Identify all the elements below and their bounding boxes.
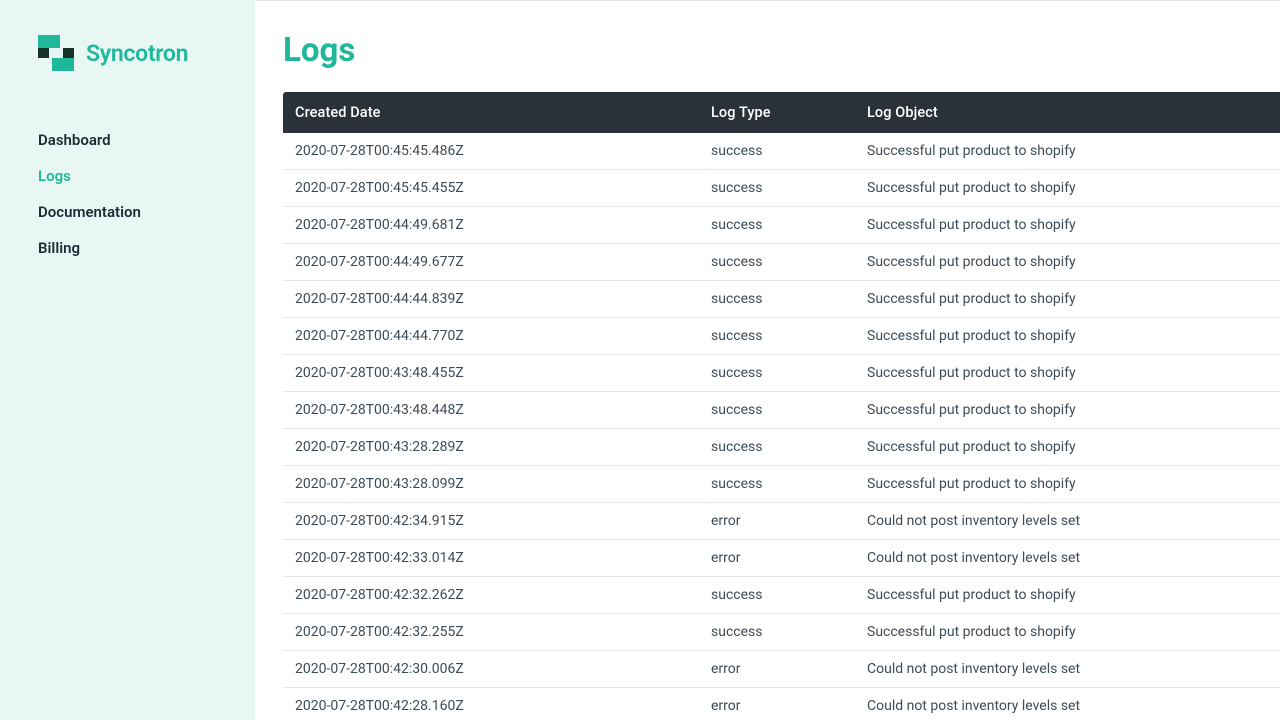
cell-created: 2020-07-28T00:43:28.099Z xyxy=(283,466,699,503)
cell-type: success xyxy=(699,429,855,466)
cell-created: 2020-07-28T00:45:45.486Z xyxy=(283,133,699,170)
cell-type: success xyxy=(699,355,855,392)
cell-type: success xyxy=(699,318,855,355)
cell-created: 2020-07-28T00:44:49.681Z xyxy=(283,207,699,244)
cell-type: success xyxy=(699,281,855,318)
cell-object: Successful put product to shopify xyxy=(855,318,1280,355)
main-content: Logs Created Date Log Type Log Object 20… xyxy=(255,0,1280,720)
table-row[interactable]: 2020-07-28T00:44:44.839ZsuccessSuccessfu… xyxy=(283,281,1280,318)
cell-type: success xyxy=(699,207,855,244)
cell-object: Successful put product to shopify xyxy=(855,466,1280,503)
sidebar-item-logs[interactable]: Logs xyxy=(38,167,71,185)
logs-table-wrap: Created Date Log Type Log Object 2020-07… xyxy=(283,92,1280,720)
cell-created: 2020-07-28T00:42:33.014Z xyxy=(283,540,699,577)
table-row[interactable]: 2020-07-28T00:44:44.770ZsuccessSuccessfu… xyxy=(283,318,1280,355)
cell-object: Successful put product to shopify xyxy=(855,614,1280,651)
cell-object: Could not post inventory levels set xyxy=(855,688,1280,720)
table-row[interactable]: 2020-07-28T00:42:34.915ZerrorCould not p… xyxy=(283,503,1280,540)
cell-created: 2020-07-28T00:44:49.677Z xyxy=(283,244,699,281)
cell-object: Successful put product to shopify xyxy=(855,355,1280,392)
cell-object: Successful put product to shopify xyxy=(855,429,1280,466)
brand-logo-icon xyxy=(38,35,74,71)
cell-type: success xyxy=(699,133,855,170)
cell-created: 2020-07-28T00:43:48.448Z xyxy=(283,392,699,429)
cell-object: Could not post inventory levels set xyxy=(855,503,1280,540)
cell-created: 2020-07-28T00:43:48.455Z xyxy=(283,355,699,392)
page-title: Logs xyxy=(283,31,1280,70)
table-row[interactable]: 2020-07-28T00:44:49.677ZsuccessSuccessfu… xyxy=(283,244,1280,281)
table-row[interactable]: 2020-07-28T00:42:33.014ZerrorCould not p… xyxy=(283,540,1280,577)
cell-object: Could not post inventory levels set xyxy=(855,651,1280,688)
sidebar-item-documentation[interactable]: Documentation xyxy=(38,203,141,221)
cell-type: success xyxy=(699,392,855,429)
cell-type: error xyxy=(699,651,855,688)
sidebar-item-billing[interactable]: Billing xyxy=(38,239,80,257)
column-header-type[interactable]: Log Type xyxy=(699,92,855,133)
table-header-row: Created Date Log Type Log Object xyxy=(283,92,1280,133)
table-row[interactable]: 2020-07-28T00:42:30.006ZerrorCould not p… xyxy=(283,651,1280,688)
table-row[interactable]: 2020-07-28T00:43:28.099ZsuccessSuccessfu… xyxy=(283,466,1280,503)
cell-created: 2020-07-28T00:45:45.455Z xyxy=(283,170,699,207)
table-row[interactable]: 2020-07-28T00:42:32.262ZsuccessSuccessfu… xyxy=(283,577,1280,614)
cell-type: success xyxy=(699,244,855,281)
cell-type: success xyxy=(699,577,855,614)
cell-type: success xyxy=(699,466,855,503)
table-row[interactable]: 2020-07-28T00:45:45.486ZsuccessSuccessfu… xyxy=(283,133,1280,170)
cell-created: 2020-07-28T00:43:28.289Z xyxy=(283,429,699,466)
cell-object: Successful put product to shopify xyxy=(855,207,1280,244)
column-header-created[interactable]: Created Date xyxy=(283,92,699,133)
cell-object: Successful put product to shopify xyxy=(855,281,1280,318)
cell-type: error xyxy=(699,688,855,720)
cell-type: error xyxy=(699,503,855,540)
cell-created: 2020-07-28T00:44:44.839Z xyxy=(283,281,699,318)
cell-created: 2020-07-28T00:42:32.262Z xyxy=(283,577,699,614)
table-row[interactable]: 2020-07-28T00:45:45.455ZsuccessSuccessfu… xyxy=(283,170,1280,207)
table-row[interactable]: 2020-07-28T00:42:32.255ZsuccessSuccessfu… xyxy=(283,614,1280,651)
sidebar: Syncotron Dashboard Logs Documentation B… xyxy=(0,0,255,720)
cell-object: Successful put product to shopify xyxy=(855,133,1280,170)
brand-name: Syncotron xyxy=(86,40,188,67)
cell-type: error xyxy=(699,540,855,577)
brand-row: Syncotron xyxy=(38,35,255,71)
cell-object: Successful put product to shopify xyxy=(855,577,1280,614)
sidebar-item-dashboard[interactable]: Dashboard xyxy=(38,131,111,149)
cell-created: 2020-07-28T00:42:34.915Z xyxy=(283,503,699,540)
cell-object: Could not post inventory levels set xyxy=(855,540,1280,577)
cell-type: success xyxy=(699,614,855,651)
cell-created: 2020-07-28T00:42:32.255Z xyxy=(283,614,699,651)
cell-object: Successful put product to shopify xyxy=(855,392,1280,429)
cell-object: Successful put product to shopify xyxy=(855,170,1280,207)
cell-created: 2020-07-28T00:42:30.006Z xyxy=(283,651,699,688)
cell-created: 2020-07-28T00:44:44.770Z xyxy=(283,318,699,355)
table-row[interactable]: 2020-07-28T00:42:28.160ZerrorCould not p… xyxy=(283,688,1280,720)
table-row[interactable]: 2020-07-28T00:43:28.289ZsuccessSuccessfu… xyxy=(283,429,1280,466)
table-row[interactable]: 2020-07-28T00:44:49.681ZsuccessSuccessfu… xyxy=(283,207,1280,244)
table-row[interactable]: 2020-07-28T00:43:48.455ZsuccessSuccessfu… xyxy=(283,355,1280,392)
cell-object: Successful put product to shopify xyxy=(855,244,1280,281)
sidebar-nav: Dashboard Logs Documentation Billing xyxy=(38,131,255,257)
cell-created: 2020-07-28T00:42:28.160Z xyxy=(283,688,699,720)
cell-type: success xyxy=(699,170,855,207)
logs-table: Created Date Log Type Log Object 2020-07… xyxy=(283,92,1280,720)
table-row[interactable]: 2020-07-28T00:43:48.448ZsuccessSuccessfu… xyxy=(283,392,1280,429)
column-header-object[interactable]: Log Object xyxy=(855,92,1280,133)
